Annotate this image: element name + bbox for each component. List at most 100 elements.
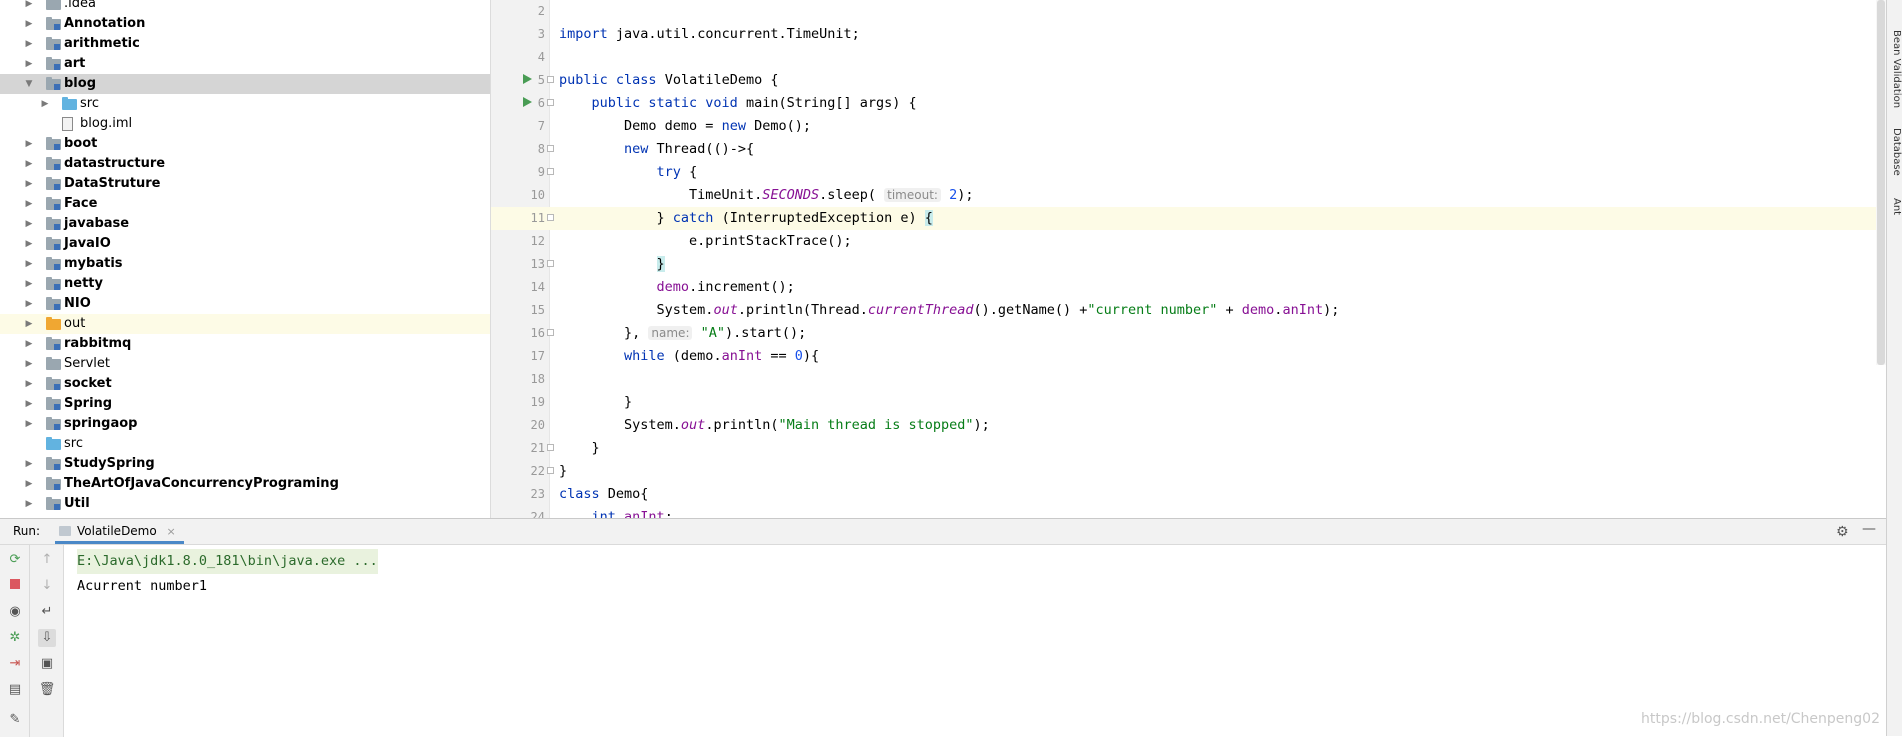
tree-item[interactable]: src [0, 434, 490, 454]
arrow-up-icon[interactable]: ↑ [38, 551, 56, 569]
tree-item[interactable]: ▶ .idea [0, 0, 490, 14]
rerun-icon[interactable]: ⟳ [6, 551, 24, 569]
chevron-right-icon[interactable]: ▶ [22, 54, 36, 74]
tree-item[interactable]: ▶ DataStruture [0, 174, 490, 194]
code-editor[interactable]: 2 3 import java.util.concurrent.TimeUnit; 4… [491, 0, 1886, 518]
code-line[interactable]: 23 class Demo{ [491, 483, 1886, 506]
code-line[interactable]: 4 [491, 46, 1886, 69]
minimize-icon[interactable]: — [1862, 521, 1876, 537]
chevron-right-icon[interactable]: ▶ [22, 274, 36, 294]
stop-icon[interactable] [6, 577, 24, 595]
tree-item[interactable]: ▶ javabase [0, 214, 490, 234]
tree-item[interactable]: ▶ datastructure [0, 154, 490, 174]
code-line[interactable]: 3 import java.util.concurrent.TimeUnit; [491, 23, 1886, 46]
tree-item[interactable]: ▶ arithmetic [0, 34, 490, 54]
tree-item[interactable]: ▶ src [0, 94, 490, 114]
tree-item[interactable]: ▶ out [0, 314, 490, 334]
chevron-right-icon[interactable]: ▶ [22, 454, 36, 474]
layout-icon[interactable]: ▤ [6, 681, 24, 699]
code-area[interactable]: 2 3 import java.util.concurrent.TimeUnit; 4… [491, 0, 1886, 518]
run-gutter-icon[interactable] [523, 97, 532, 107]
tree-item[interactable]: ▶ NIO [0, 294, 490, 314]
tree-item[interactable]: ▶ art [0, 54, 490, 74]
chevron-right-icon[interactable]: ▶ [22, 414, 36, 434]
chevron-right-icon[interactable]: ▶ [22, 314, 36, 334]
tree-item[interactable]: ▶ boot [0, 134, 490, 154]
code-line[interactable]: 13 } [491, 253, 1886, 276]
fold-marker-icon[interactable] [547, 76, 554, 83]
chevron-right-icon[interactable]: ▶ [22, 254, 36, 274]
camera-icon[interactable]: ◉ [6, 603, 24, 621]
fold-marker-icon[interactable] [547, 467, 554, 474]
chevron-right-icon[interactable]: ▶ [22, 494, 36, 514]
tree-item[interactable]: ▶ Util [0, 494, 490, 514]
arrow-down-icon[interactable]: ↓ [38, 577, 56, 595]
console-command-line[interactable]: E:\Java\jdk1.8.0_181\bin\java.exe ... [77, 549, 378, 574]
chevron-right-icon[interactable]: ▶ [22, 234, 36, 254]
close-icon[interactable]: × [167, 525, 176, 538]
chevron-right-icon[interactable]: ▶ [22, 34, 36, 54]
code-line[interactable]: 19 } [491, 391, 1886, 414]
tree-item[interactable]: ▶ netty [0, 274, 490, 294]
chevron-right-icon[interactable]: ▶ [22, 334, 36, 354]
bean-validation-tab[interactable]: Bean Validation [1888, 30, 1902, 108]
code-line[interactable]: 17 while (demo.anInt == 0){ [491, 345, 1886, 368]
tree-item[interactable]: ▶ springaop [0, 414, 490, 434]
exit-icon[interactable]: ⇥ [6, 655, 24, 673]
code-line[interactable]: 5 public class VolatileDemo { [491, 69, 1886, 92]
tree-item[interactable]: blog.iml [0, 114, 490, 134]
tree-item[interactable]: ▶ Annotation [0, 14, 490, 34]
tree-item[interactable]: ▶ socket [0, 374, 490, 394]
trash-icon[interactable]: 🗑 [38, 681, 56, 699]
tree-item[interactable]: ▼ blog [0, 74, 490, 94]
chevron-right-icon[interactable]: ▶ [22, 0, 36, 14]
fold-marker-icon[interactable] [547, 168, 554, 175]
tree-item[interactable]: ▶ JavaIO [0, 234, 490, 254]
run-tab-volatiledemo[interactable]: VolatileDemo × [55, 519, 184, 544]
chevron-right-icon[interactable]: ▶ [22, 354, 36, 374]
pin-icon[interactable]: ✎ [6, 711, 24, 729]
chevron-right-icon[interactable]: ▶ [22, 194, 36, 214]
code-line[interactable]: 22} [491, 460, 1886, 483]
fold-marker-icon[interactable] [547, 214, 554, 221]
chevron-right-icon[interactable]: ▶ [22, 294, 36, 314]
debug-bug-icon[interactable]: ✲ [6, 629, 24, 647]
soft-wrap-icon[interactable]: ↵ [38, 603, 56, 621]
code-line[interactable]: 8 new Thread(()->{ [491, 138, 1886, 161]
code-line[interactable]: 7 Demo demo = new Demo(); [491, 115, 1886, 138]
tree-item[interactable]: ▶ Spring [0, 394, 490, 414]
ant-tab[interactable]: Ant [1888, 198, 1902, 215]
tree-item[interactable]: ▶ Servlet [0, 354, 490, 374]
fold-marker-icon[interactable] [547, 329, 554, 336]
code-line[interactable]: 2 [491, 0, 1886, 23]
tree-item[interactable]: ▶ mybatis [0, 254, 490, 274]
code-line[interactable]: 11 } catch (InterruptedException e) { [491, 207, 1886, 230]
run-gutter-icon[interactable] [523, 74, 532, 84]
code-line[interactable]: 12 e.printStackTrace(); [491, 230, 1886, 253]
code-line[interactable]: 20 System.out.println("Main thread is st… [491, 414, 1886, 437]
chevron-right-icon[interactable]: ▶ [22, 214, 36, 234]
code-line[interactable]: 16 }, name: "A").start(); [491, 322, 1886, 345]
tree-item[interactable]: ▶ TheArtOfJavaConcurrencyPrograming [0, 474, 490, 494]
code-line[interactable]: 24 int anInt; [491, 506, 1886, 518]
chevron-right-icon[interactable]: ▶ [22, 374, 36, 394]
code-line[interactable]: 21 } [491, 437, 1886, 460]
code-line[interactable]: 14 demo.increment(); [491, 276, 1886, 299]
code-line[interactable]: 18 [491, 368, 1886, 391]
tree-item[interactable]: ▶ rabbitmq [0, 334, 490, 354]
fold-marker-icon[interactable] [547, 260, 554, 267]
database-tab[interactable]: Database [1888, 128, 1902, 176]
code-line[interactable]: 10 TimeUnit.SECONDS.sleep( timeout: 2); [491, 184, 1886, 207]
tree-item[interactable]: ▶ StudySpring [0, 454, 490, 474]
fold-marker-icon[interactable] [547, 99, 554, 106]
chevron-right-icon[interactable]: ▶ [38, 94, 52, 114]
console-output[interactable]: E:\Java\jdk1.8.0_181\bin\java.exe ... Acu… [77, 549, 378, 599]
tree-item[interactable]: ▶ Face [0, 194, 490, 214]
code-line[interactable]: 6 public static void main(String[] args)… [491, 92, 1886, 115]
print-icon[interactable]: ▣ [38, 655, 56, 673]
chevron-down-icon[interactable]: ▼ [22, 74, 36, 94]
code-line[interactable]: 15 System.out.println(Thread.currentThre… [491, 299, 1886, 322]
chevron-right-icon[interactable]: ▶ [22, 474, 36, 494]
chevron-right-icon[interactable]: ▶ [22, 394, 36, 414]
fold-marker-icon[interactable] [547, 444, 554, 451]
